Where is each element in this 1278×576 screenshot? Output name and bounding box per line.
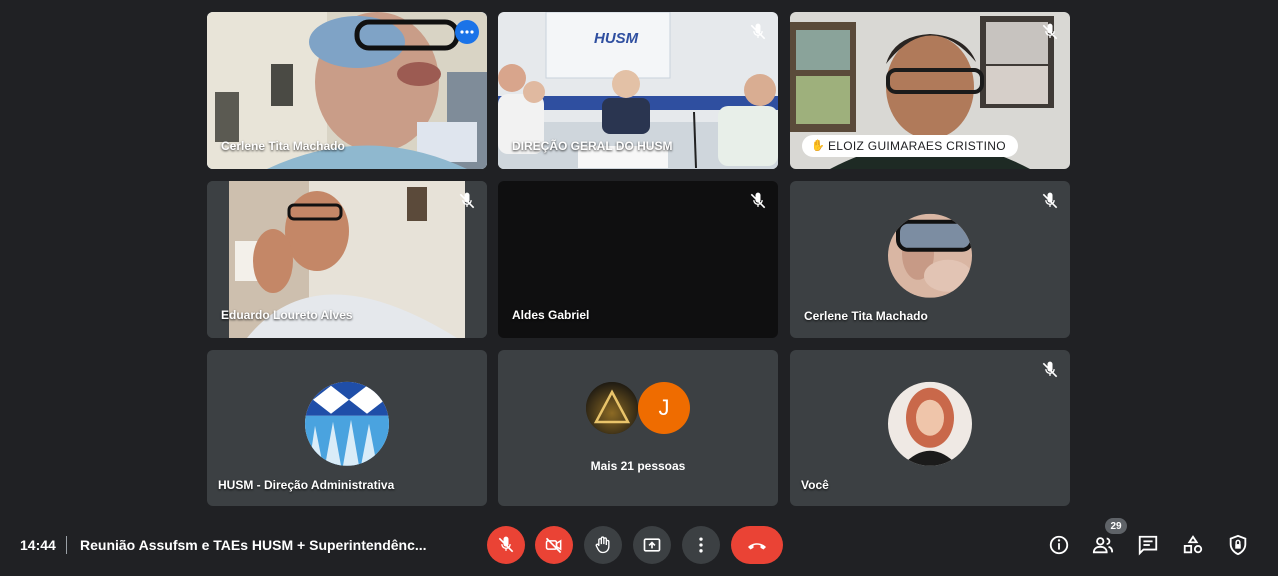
avatar-photo — [888, 381, 972, 466]
participants-count-badge: 29 — [1105, 518, 1127, 534]
participant-name: Cerlene Tita Machado — [221, 139, 345, 153]
info-icon — [1049, 535, 1069, 555]
more-options-button[interactable] — [455, 20, 479, 44]
host-controls-button[interactable] — [1225, 532, 1251, 558]
mic-off-icon — [750, 23, 766, 40]
mic-off-icon — [750, 192, 766, 209]
raise-hand-icon — [595, 536, 610, 554]
raised-hand-icon: ✋ — [811, 140, 825, 152]
participant-name: ✋ ELOIZ GUIMARAES CRISTINO — [802, 135, 1018, 157]
divider — [66, 536, 67, 554]
more-vert-icon — [699, 537, 703, 553]
mic-off-icon — [459, 192, 475, 209]
raise-hand-button[interactable] — [584, 526, 622, 564]
participant-tile-aldes[interactable]: Aldes Gabriel — [498, 181, 778, 338]
camera-toggle-button[interactable] — [535, 526, 573, 564]
activities-icon — [1183, 535, 1203, 554]
camera-off-icon — [545, 537, 562, 554]
avatar-photo — [888, 213, 972, 298]
participant-name: Você — [801, 478, 829, 492]
participant-tile-husm-direcao[interactable]: HUSM - Direção Administrativa — [207, 350, 487, 506]
mic-off-icon — [1040, 191, 1060, 211]
present-now-button[interactable] — [633, 526, 671, 564]
chat-button[interactable] — [1135, 532, 1161, 558]
present-icon — [643, 538, 661, 552]
mic-off-icon — [498, 536, 514, 553]
chat-icon — [1138, 535, 1158, 556]
activities-button[interactable] — [1180, 532, 1206, 558]
participant-name: Aldes Gabriel — [512, 308, 590, 322]
meeting-title: Reunião Assufsm e TAEs HUSM + Superinten… — [80, 537, 427, 553]
participant-name: DIREÇÃO GERAL DO HUSM — [512, 139, 673, 153]
people-icon — [1092, 537, 1114, 554]
hangup-icon — [748, 543, 766, 550]
mic-off-icon — [1040, 360, 1060, 380]
avatar — [586, 382, 638, 434]
avatar — [888, 381, 972, 466]
microphone-toggle-button[interactable] — [487, 526, 525, 564]
triangle-avatar-icon — [586, 382, 638, 434]
husm-logo — [305, 381, 389, 466]
avatar — [305, 381, 389, 466]
participant-name: Cerlene Tita Machado — [804, 309, 928, 323]
participant-tile-cerlene-2[interactable]: Cerlene Tita Machado — [790, 181, 1070, 338]
bottom-control-bar: 14:44 Reunião Assufsm e TAEs HUSM + Supe… — [0, 518, 1278, 576]
clock: 14:44 — [20, 537, 56, 553]
more-horiz-icon — [460, 30, 474, 34]
more-people-label: Mais 21 pessoas — [590, 459, 686, 473]
meeting-details-button[interactable] — [1046, 532, 1072, 558]
more-people-tile[interactable]: J Mais 21 pessoas — [498, 350, 778, 506]
avatar — [888, 213, 972, 298]
leave-call-button[interactable] — [731, 526, 783, 564]
participant-tile-eloiz[interactable]: ✋ ELOIZ GUIMARAES CRISTINO — [790, 12, 1070, 169]
mic-off-icon — [1042, 23, 1058, 40]
participant-tile-cerlene[interactable]: Cerlene Tita Machado — [207, 12, 487, 169]
more-options-button[interactable] — [682, 526, 720, 564]
participant-tile-direcao-geral[interactable]: HUSM DIREÇÃO GERAL DO HUSM — [498, 12, 778, 169]
participant-tile-eduardo[interactable]: Eduardo Loureto Alves — [207, 181, 487, 338]
host-controls-icon — [1229, 534, 1247, 556]
participant-tile-self[interactable]: Você — [790, 350, 1070, 506]
participant-name-text: ELOIZ GUIMARAES CRISTINO — [828, 139, 1006, 153]
wall-sign: HUSM — [594, 30, 639, 47]
participant-name: Eduardo Loureto Alves — [221, 308, 353, 322]
avatar-letter: J — [638, 382, 690, 434]
participants-button[interactable] — [1090, 532, 1116, 558]
participant-name: HUSM - Direção Administrativa — [218, 478, 395, 492]
